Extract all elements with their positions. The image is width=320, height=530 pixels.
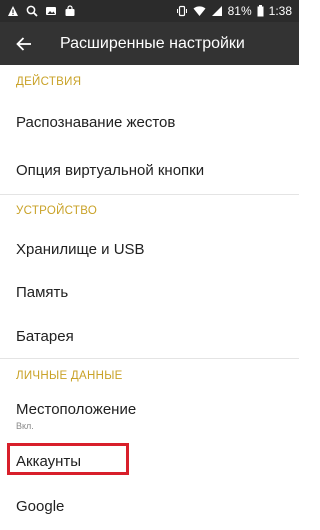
list-item-sublabel: Вкл.	[16, 421, 34, 431]
status-system: 81% 1:38	[176, 4, 292, 18]
section-header-actions: ДЕЙСТВИЯ	[16, 76, 82, 88]
list-item-label: Google	[16, 497, 65, 515]
list-item-memory[interactable]: Память	[0, 271, 299, 314]
app-bar: Расширенные настройки	[0, 22, 299, 65]
accounts-highlight-frame	[7, 443, 129, 475]
list-item-google[interactable]: Google	[0, 483, 299, 529]
list-item-label: Память	[16, 284, 69, 301]
search-icon	[26, 5, 38, 17]
list-item-storage-usb[interactable]: Хранилище и USB	[0, 227, 299, 271]
list-item-gestures[interactable]: Распознавание жестов	[0, 99, 299, 146]
section-header-device: УСТРОЙСТВО	[16, 205, 98, 217]
list-item-label: Батарея	[16, 327, 74, 345]
signal-icon	[211, 5, 223, 17]
section-header-personal: ЛИЧНЫЕ ДАННЫЕ	[16, 370, 123, 382]
status-bar: 81% 1:38	[0, 0, 299, 22]
list-item-label: Опция виртуальной кнопки	[16, 161, 205, 179]
status-notifications	[7, 5, 76, 17]
list-item-location[interactable]: Местоположение Вкл.	[0, 393, 299, 439]
list-item-label: Хранилище и USB	[16, 240, 145, 258]
battery-percent: 81%	[227, 4, 252, 18]
list-item-label: Местоположение	[16, 401, 137, 418]
vibrate-icon	[176, 5, 188, 17]
page-title: Расширенные настройки	[60, 34, 245, 52]
battery-icon	[257, 5, 264, 17]
back-button[interactable]	[0, 22, 48, 65]
arrow-back-icon	[16, 36, 31, 51]
clock: 1:38	[268, 4, 292, 18]
list-item-virtual-button[interactable]: Опция виртуальной кнопки	[0, 146, 299, 194]
alert-icon	[7, 5, 19, 17]
list-item-battery[interactable]: Батарея	[0, 314, 299, 358]
image-icon	[45, 5, 57, 17]
shopping-bag-icon	[64, 5, 76, 17]
list-item-label: Распознавание жестов	[16, 114, 176, 131]
wifi-icon	[193, 5, 206, 17]
